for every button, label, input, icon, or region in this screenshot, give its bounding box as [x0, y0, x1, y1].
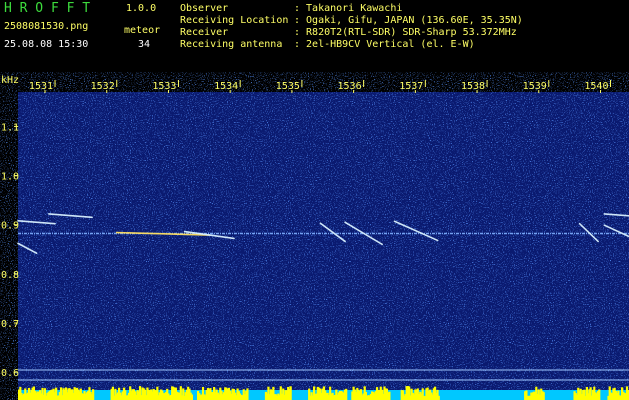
y-tick-label: 0.9: [1, 221, 19, 232]
x-tick-label: 1535: [276, 81, 300, 92]
y-tick-label: 0.7: [1, 319, 19, 330]
x-tick-label: 1532: [91, 81, 115, 92]
antenna-value: : 2el-HB9CV Vertical (el. E-W): [294, 39, 475, 50]
location-value: : Ogaki, Gifu, JAPAN (136.60E, 35.35N): [294, 15, 523, 26]
spectrogram-noise: [18, 92, 629, 382]
y-axis-label: kHz: [1, 75, 19, 86]
x-tick-label: 1531: [29, 81, 53, 92]
receiver-value: : R820T2(RTL-SDR) SDR-Sharp 53.372MHz: [294, 27, 517, 38]
observer-value: : Takanori Kawachi: [294, 3, 403, 14]
power-bar: [190, 394, 194, 400]
x-tick-label: 1539: [523, 81, 547, 92]
power-bar: [92, 389, 95, 400]
datetime: 25.08.08 15:30: [4, 39, 89, 50]
x-tick-label: 1540: [584, 81, 608, 92]
power-bar: [542, 392, 545, 400]
x-tick-label: 1537: [399, 81, 423, 92]
filename: 2508081530.png: [4, 21, 89, 32]
app-name: H R O F F T: [4, 1, 91, 16]
y-tick-label: 1.1: [1, 122, 19, 133]
power-bar: [246, 388, 249, 400]
header: H R O F F T 1.0.0 2508081530.png meteor …: [0, 0, 629, 72]
observer-label: Observer: [180, 3, 229, 14]
power-bar: [598, 389, 601, 400]
meteor-count: 34: [138, 39, 151, 50]
location-label: Receiving Location: [180, 15, 289, 26]
y-tick-label: 1.0: [1, 172, 19, 183]
y-tick-label: 0.8: [1, 270, 19, 281]
receiver-label: Receiver: [180, 27, 229, 38]
antenna-label: Receiving antenna: [180, 39, 283, 50]
x-tick-label: 1533: [152, 81, 176, 92]
x-tick-label: 1536: [338, 81, 362, 92]
power-bar: [289, 386, 292, 400]
power-bar: [345, 388, 348, 400]
y-tick-label: 0.6: [1, 368, 19, 379]
power-bar: [388, 391, 391, 400]
app-version: 1.0.0: [126, 3, 157, 14]
power-bar: [437, 395, 440, 400]
meteor-label: meteor: [124, 25, 161, 36]
x-tick-label: 1538: [461, 81, 485, 92]
x-tick-label: 1534: [214, 81, 238, 92]
spectrogram-chart: 1531 1532 1533 1534 1535 1536 1537 1538 1539 1540…: [1, 75, 629, 400]
